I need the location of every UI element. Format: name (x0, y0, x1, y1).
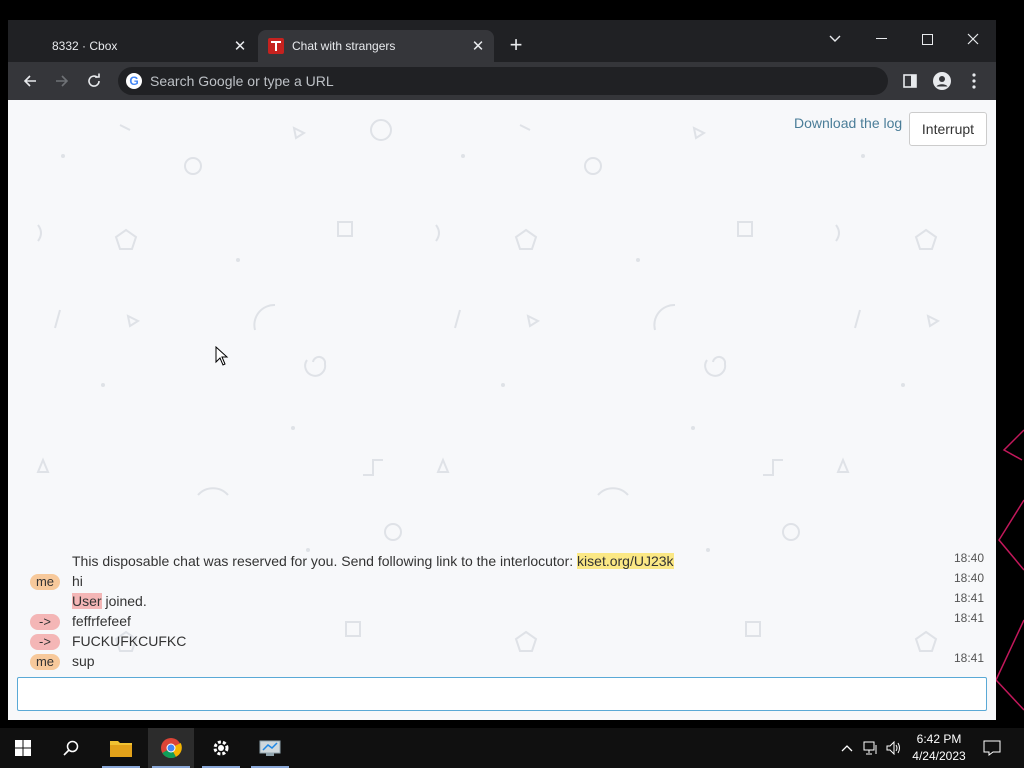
start-button[interactable] (0, 728, 46, 768)
clock-date: 4/24/2023 (912, 749, 966, 763)
chat-message-system: This disposable chat was reserved for yo… (8, 551, 996, 572)
clock-time: 6:42 PM (916, 732, 962, 746)
windows-taskbar: 6:42 PM 4/24/2023 (0, 728, 1024, 768)
maximize-button[interactable] (904, 24, 950, 54)
tab-strip: 8332 · Cbox ✕ Chat with strangers ✕ + (8, 20, 996, 62)
download-log-link[interactable]: Download the log (794, 115, 902, 131)
system-app-icon[interactable] (247, 728, 293, 768)
chat-page: Download the log Interrupt This disposab… (8, 100, 996, 720)
sender-badge-stranger: -> (30, 634, 60, 650)
address-input[interactable] (142, 73, 888, 89)
tab-search-chevron-icon[interactable] (812, 24, 858, 54)
sender-badge-stranger: -> (30, 614, 60, 630)
tab-title: Chat with strangers (292, 39, 396, 53)
notification-center-icon[interactable] (978, 728, 1006, 768)
site-favicon-icon (268, 38, 284, 54)
address-bar[interactable]: G (118, 67, 888, 95)
message-text: sup (72, 653, 95, 669)
sender-badge-me: me (30, 654, 60, 670)
reload-button[interactable] (80, 67, 108, 95)
chrome-taskbar-icon[interactable] (148, 728, 194, 768)
new-tab-button[interactable]: + (504, 34, 528, 58)
chat-log: This disposable chat was reserved for yo… (8, 551, 996, 672)
message-time: 18:41 (953, 611, 984, 625)
volume-icon[interactable] (884, 728, 904, 768)
message-text: hi (72, 573, 83, 589)
chat-message-stranger: -> feffrfefeef 18:41 (8, 611, 996, 632)
chat-message-me: me sup 18:41 (8, 651, 996, 672)
google-icon: G (126, 73, 142, 89)
chat-message-stranger: -> FUCKUFKCUFKC (8, 632, 996, 652)
search-icon[interactable] (48, 728, 94, 768)
chat-message-input[interactable] (17, 677, 987, 711)
chat-message-joined: User joined. 18:41 (8, 591, 996, 612)
chat-message-me: me hi 18:40 (8, 571, 996, 592)
sender-badge-me: me (30, 574, 60, 590)
message-text: User joined. (72, 593, 147, 609)
message-text: This disposable chat was reserved for yo… (72, 553, 674, 569)
tab-chat-with-strangers[interactable]: Chat with strangers ✕ (258, 30, 494, 62)
back-button[interactable] (16, 67, 44, 95)
browser-window: 8332 · Cbox ✕ Chat with strangers ✕ + G … (8, 20, 996, 720)
message-time: 18:41 (953, 591, 984, 605)
tab-title: 8332 · Cbox (52, 39, 118, 53)
browser-toolbar: G (8, 62, 996, 100)
side-panel-icon[interactable] (896, 67, 924, 95)
settings-gear-icon[interactable] (198, 728, 244, 768)
tab-cbox[interactable]: 8332 · Cbox ✕ (38, 30, 256, 62)
message-text: FUCKUFKCUFKC (72, 633, 187, 649)
message-time: 18:40 (953, 551, 984, 565)
close-tab-icon[interactable]: ✕ (466, 34, 490, 58)
message-body: This disposable chat was reserved for yo… (72, 553, 578, 569)
message-time: 18:40 (953, 571, 984, 585)
message-text: feffrfefeef (72, 613, 131, 629)
network-icon[interactable] (860, 728, 882, 768)
invite-link[interactable]: kiset.org/UJ23k (577, 553, 674, 569)
user-name-highlight: User (72, 593, 102, 609)
mouse-cursor-icon (215, 346, 229, 366)
desktop-wallpaper-art (995, 429, 1024, 711)
show-hidden-icons-chevron-icon[interactable] (838, 728, 856, 768)
more-menu-icon[interactable] (960, 67, 988, 95)
close-window-button[interactable] (950, 24, 996, 54)
profile-icon[interactable] (928, 67, 956, 95)
message-time: 18:41 (953, 651, 984, 665)
close-tab-icon[interactable]: ✕ (228, 34, 252, 58)
taskbar-clock[interactable]: 6:42 PM 4/24/2023 (906, 731, 972, 765)
file-explorer-icon[interactable] (98, 728, 144, 768)
message-body: joined. (101, 593, 147, 609)
minimize-button[interactable] (858, 24, 904, 54)
interrupt-button[interactable]: Interrupt (909, 112, 987, 146)
forward-button[interactable] (48, 67, 76, 95)
